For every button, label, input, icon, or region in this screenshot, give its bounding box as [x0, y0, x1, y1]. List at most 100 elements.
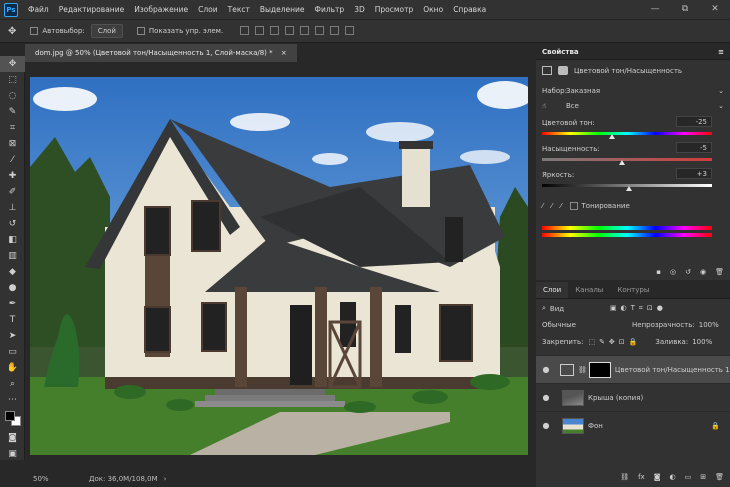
saturation-slider-track[interactable]	[542, 158, 712, 161]
add-mask-icon[interactable]: ◙	[654, 473, 661, 481]
link-layers-icon[interactable]: ⛓	[620, 473, 629, 481]
document-tab[interactable]: dom.jpg @ 50% (Цветовой тон/Насыщенность…	[25, 44, 297, 62]
show-controls-checkbox[interactable]	[136, 27, 145, 35]
new-group-icon[interactable]: ▭	[685, 473, 692, 481]
channel-dropdown[interactable]: Все	[566, 102, 718, 110]
eye-icon[interactable]: ●	[536, 393, 556, 402]
blend-mode-dropdown[interactable]: Обычные	[542, 321, 632, 329]
menu-edit[interactable]: Редактирование	[54, 5, 129, 14]
view-previous-icon[interactable]: ◎	[670, 268, 676, 276]
zoom-tool-icon[interactable]: ⌕	[0, 376, 25, 392]
menu-view[interactable]: Просмотр	[370, 5, 419, 14]
saturation-input[interactable]: -5	[676, 142, 712, 153]
lock-icons[interactable]: ⬚✎✥⊡🔒	[588, 338, 641, 346]
hue-slider-thumb[interactable]	[608, 134, 615, 139]
filter-icons[interactable]: ▣◐T⌗⊡●	[610, 304, 667, 313]
properties-tab[interactable]: Свойства	[542, 48, 579, 56]
tab-paths[interactable]: Контуры	[610, 282, 656, 298]
lightness-input[interactable]: +3	[676, 168, 712, 179]
pen-tool-icon[interactable]: ✒	[0, 296, 25, 312]
more-tools-icon[interactable]: ⋯	[0, 392, 25, 408]
panel-menu-icon[interactable]: ≡	[718, 44, 724, 60]
visibility-icon[interactable]: ◉	[700, 268, 706, 276]
eyedropper-tool-icon[interactable]: ⁄	[0, 152, 25, 168]
opacity-input[interactable]: 100%	[699, 321, 719, 329]
layer-row[interactable]: ● Крыша (копия)	[536, 383, 730, 411]
move-tool-icon[interactable]: ✥	[8, 26, 16, 37]
hue-slider-track[interactable]	[542, 132, 712, 135]
colorize-checkbox[interactable]	[569, 202, 578, 210]
menu-image[interactable]: Изображение	[129, 5, 193, 14]
marquee-tool-icon[interactable]: ⬚	[0, 72, 25, 88]
lasso-tool-icon[interactable]: ◌	[0, 88, 25, 104]
stamp-tool-icon[interactable]: ⊥	[0, 200, 25, 216]
menu-help[interactable]: Справка	[448, 5, 491, 14]
reset-icon[interactable]: ↺	[685, 268, 691, 276]
crop-tool-icon[interactable]: ⌗	[0, 120, 25, 136]
quick-select-tool-icon[interactable]: ✎	[0, 104, 25, 120]
eyedropper-icon[interactable]: ⁄	[542, 202, 543, 210]
new-layer-icon[interactable]: ⊞	[700, 473, 706, 481]
quick-mask-icon[interactable]: ◙	[0, 430, 25, 446]
menu-filter[interactable]: Фильтр	[310, 5, 350, 14]
eyedropper-plus-icon[interactable]: ⁄	[551, 202, 552, 210]
align-left-icon[interactable]	[240, 25, 250, 35]
filter-search-icon[interactable]: ⌕	[542, 304, 546, 313]
eye-icon[interactable]: ●	[536, 365, 556, 374]
trash-icon[interactable]: 🗑	[715, 268, 724, 276]
menu-layers[interactable]: Слои	[193, 5, 223, 14]
brush-tool-icon[interactable]: ✐	[0, 184, 25, 200]
distribute-icon[interactable]	[330, 25, 340, 35]
target-hand-icon[interactable]: ☝	[542, 102, 566, 110]
hand-tool-icon[interactable]: ✋	[0, 360, 25, 376]
document-canvas[interactable]	[30, 77, 528, 455]
restore-button[interactable]: ⧉	[670, 0, 700, 19]
menu-window[interactable]: Окно	[418, 5, 448, 14]
close-tab-icon[interactable]: ×	[281, 49, 287, 57]
tab-layers[interactable]: Слои	[536, 282, 569, 298]
align-bottom-icon[interactable]	[315, 25, 325, 35]
autoselect-dropdown[interactable]: Слой	[90, 24, 123, 38]
menu-select[interactable]: Выделение	[255, 5, 310, 14]
path-select-icon[interactable]: ➤	[0, 328, 25, 344]
layer-row[interactable]: ● ⛓ Цветовой тон/Насыщенность 1	[536, 355, 730, 383]
fill-input[interactable]: 100%	[692, 338, 712, 346]
eye-icon[interactable]: ●	[536, 421, 556, 430]
healing-brush-icon[interactable]: ✚	[0, 168, 25, 184]
align-center-icon[interactable]	[255, 25, 265, 35]
tab-channels[interactable]: Каналы	[568, 282, 610, 298]
preset-dropdown[interactable]: Заказная	[566, 87, 718, 95]
align-right-icon[interactable]	[270, 25, 280, 35]
saturation-slider-thumb[interactable]	[618, 160, 625, 165]
align-middle-icon[interactable]	[300, 25, 310, 35]
align-top-icon[interactable]	[285, 25, 295, 35]
layer-mask-thumbnail[interactable]	[588, 361, 611, 378]
eraser-tool-icon[interactable]: ◧	[0, 232, 25, 248]
close-window-button[interactable]: ✕	[700, 0, 730, 19]
chevron-down-icon[interactable]: ⌄	[718, 87, 724, 95]
screen-mode-icon[interactable]: ▣	[0, 446, 25, 462]
menu-text[interactable]: Текст	[223, 5, 255, 14]
status-arrow-icon[interactable]: ›	[164, 475, 167, 483]
fx-icon[interactable]: fx	[638, 473, 645, 481]
chain-icon[interactable]: ⛓	[578, 366, 587, 374]
mask-icon[interactable]	[558, 66, 568, 75]
history-brush-icon[interactable]: ↺	[0, 216, 25, 232]
clip-to-layer-icon[interactable]: ▪	[656, 268, 661, 276]
lightness-slider-thumb[interactable]	[625, 186, 632, 191]
menu-file[interactable]: Файл	[23, 5, 54, 14]
distribute-vertical-icon[interactable]	[345, 25, 355, 35]
color-swatches[interactable]	[0, 408, 24, 430]
hue-input[interactable]: -25	[676, 116, 712, 127]
type-tool-icon[interactable]: T	[0, 312, 25, 328]
move-tool-icon[interactable]: ✥	[0, 56, 25, 72]
gradient-tool-icon[interactable]: ▥	[0, 248, 25, 264]
rectangle-tool-icon[interactable]: ▭	[0, 344, 25, 360]
frame-tool-icon[interactable]: ⊠	[0, 136, 25, 152]
dodge-tool-icon[interactable]: ●	[0, 280, 25, 296]
autoselect-checkbox[interactable]	[30, 27, 39, 35]
minimize-button[interactable]: —	[640, 0, 670, 19]
eyedropper-minus-icon[interactable]: ⁄	[560, 202, 561, 210]
delete-layer-icon[interactable]: 🗑	[715, 473, 724, 481]
layer-row[interactable]: ● Фон 🔒	[536, 411, 730, 439]
